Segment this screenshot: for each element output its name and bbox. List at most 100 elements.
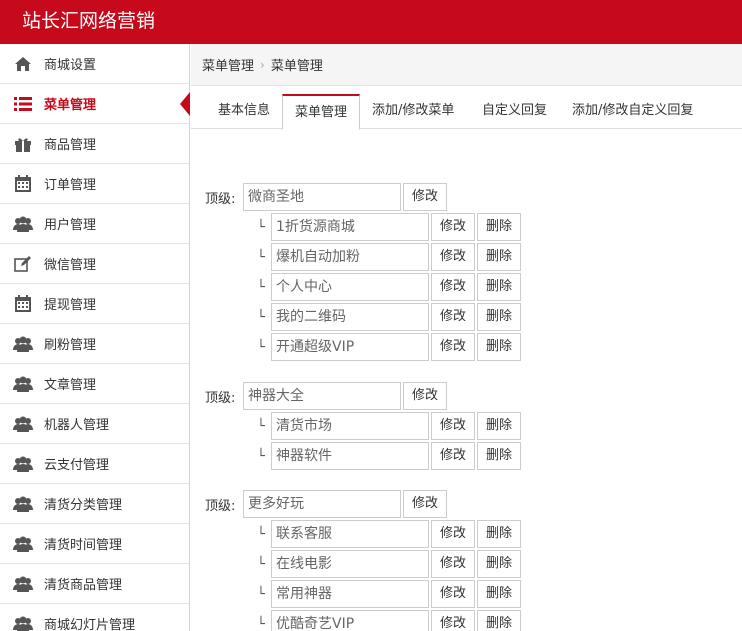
breadcrumb-item[interactable]: 菜单管理	[202, 55, 254, 74]
edit-button[interactable]: 修改	[403, 183, 447, 211]
sidebar-item-7[interactable]: 提现管理	[0, 284, 189, 324]
sidebar-item-4[interactable]: 订单管理	[0, 164, 189, 204]
tree-branch-icon: └	[257, 219, 265, 235]
tab-add-edit-custom-reply[interactable]: 添加/修改自定义回复	[572, 94, 693, 129]
sub-menu-row: └ 我的二维码 修改 删除	[257, 303, 521, 331]
edit-button[interactable]: 修改	[431, 303, 475, 331]
top-menu-name-input[interactable]: 更多好玩	[243, 490, 401, 518]
app-title: 站长汇网络营销	[22, 10, 156, 32]
sidebar-item-label: 机器人管理	[44, 418, 110, 433]
sidebar-item-8[interactable]: 刷粉管理	[0, 324, 189, 364]
tree-branch-icon: └	[257, 279, 265, 295]
sub-menu-name-input[interactable]: 我的二维码	[271, 303, 429, 331]
edit-button[interactable]: 修改	[403, 490, 447, 518]
tree-branch-icon: └	[257, 526, 265, 542]
sidebar-item-11[interactable]: 云支付管理	[0, 444, 189, 484]
edit-button[interactable]: 修改	[431, 213, 475, 241]
sidebar-item-9[interactable]: 文章管理	[0, 364, 189, 404]
sidebar-item-label: 订单管理	[44, 178, 97, 193]
sidebar-item-2[interactable]: 菜单管理	[0, 84, 190, 124]
delete-button[interactable]: 删除	[477, 610, 521, 631]
edit-button[interactable]: 修改	[431, 520, 475, 548]
breadcrumb-separator: ›	[260, 57, 265, 72]
edit-button[interactable]: 修改	[403, 382, 447, 410]
sidebar-item-15[interactable]: 商城幻灯片管理	[0, 604, 189, 631]
sub-menu-name-input[interactable]: 在线电影	[271, 550, 429, 578]
sidebar-item-14[interactable]: 清货商品管理	[0, 564, 189, 604]
sub-menu-name-input[interactable]: 爆机自动加粉	[271, 243, 429, 271]
tab-add-edit-menu[interactable]: 添加/修改菜单	[372, 94, 454, 129]
sidebar-item-label: 云支付管理	[44, 458, 110, 473]
users-icon	[12, 495, 34, 513]
sidebar-item-label: 商城幻灯片管理	[44, 618, 136, 631]
main-content: 菜单管理 › 菜单管理 基本信息 菜单管理 添加/修改菜单 自定义回复 添加/修…	[191, 44, 742, 631]
sub-menu-name-input[interactable]: 联系客服	[271, 520, 429, 548]
delete-button[interactable]: 删除	[477, 580, 521, 608]
tab-menu-management[interactable]: 菜单管理	[282, 94, 361, 130]
delete-button[interactable]: 删除	[477, 213, 521, 241]
delete-button[interactable]: 删除	[477, 412, 521, 440]
sub-menu-name-input[interactable]: 常用神器	[271, 580, 429, 608]
top-menu-name-input[interactable]: 微商圣地	[243, 183, 401, 211]
edit-button[interactable]: 修改	[431, 442, 475, 470]
sub-menu-name-input[interactable]: 优酷奇艺VIP	[271, 610, 429, 631]
delete-button[interactable]: 删除	[477, 243, 521, 271]
delete-button[interactable]: 删除	[477, 303, 521, 331]
users-icon	[12, 575, 34, 593]
edit-button[interactable]: 修改	[431, 412, 475, 440]
tree-branch-icon: └	[257, 556, 265, 572]
menu-group-row: 顶级: 更多好玩 修改	[205, 490, 447, 518]
sidebar-item-12[interactable]: 清货分类管理	[0, 484, 189, 524]
top-menu-name-input[interactable]: 神器大全	[243, 382, 401, 410]
menu-group-row: 顶级: 神器大全 修改	[205, 382, 447, 410]
tree-branch-icon: └	[257, 309, 265, 325]
users-icon	[12, 535, 34, 553]
users-icon	[12, 335, 34, 353]
sidebar-item-label: 商城设置	[44, 58, 97, 73]
delete-button[interactable]: 删除	[477, 273, 521, 301]
sub-menu-row: └ 开通超级VIP 修改 删除	[257, 333, 521, 361]
edit-button[interactable]: 修改	[431, 333, 475, 361]
sidebar-item-label: 文章管理	[44, 378, 97, 393]
users-icon	[12, 455, 34, 473]
edit-button[interactable]: 修改	[431, 243, 475, 271]
sidebar-item-1[interactable]: 商城设置	[0, 44, 189, 84]
edit-button[interactable]: 修改	[431, 273, 475, 301]
sidebar-item-3[interactable]: 商品管理	[0, 124, 189, 164]
sidebar-item-5[interactable]: 用户管理	[0, 204, 189, 244]
delete-button[interactable]: 删除	[477, 550, 521, 578]
sub-menu-row: └ 1折货源商城 修改 删除	[257, 213, 521, 241]
sub-menu-name-input[interactable]: 开通超级VIP	[271, 333, 429, 361]
tree-branch-icon: └	[257, 586, 265, 602]
sub-menu-name-input[interactable]: 清货市场	[271, 412, 429, 440]
sub-menu-name-input[interactable]: 神器软件	[271, 442, 429, 470]
edit-icon	[12, 255, 34, 273]
delete-button[interactable]: 删除	[477, 333, 521, 361]
sub-menu-row: └ 优酷奇艺VIP 修改 删除	[257, 610, 521, 631]
sidebar-item-label: 清货商品管理	[44, 578, 123, 593]
delete-button[interactable]: 删除	[477, 442, 521, 470]
edit-button[interactable]: 修改	[431, 550, 475, 578]
tab-bar: 基本信息 菜单管理 添加/修改菜单 自定义回复 添加/修改自定义回复	[191, 94, 742, 130]
tree-branch-icon: └	[257, 249, 265, 265]
sub-menu-name-input[interactable]: 个人中心	[271, 273, 429, 301]
sidebar-item-10[interactable]: 机器人管理	[0, 404, 189, 444]
sub-menu-row: └ 清货市场 修改 删除	[257, 412, 521, 440]
sub-menu-name-input[interactable]: 1折货源商城	[271, 213, 429, 241]
breadcrumb: 菜单管理 › 菜单管理	[191, 44, 742, 86]
sidebar-item-6[interactable]: 微信管理	[0, 244, 189, 284]
top-level-label: 顶级:	[205, 390, 236, 406]
sidebar: 商城设置菜单管理 商品管理订单管理用户管理 微信管理 提现管理刷粉管理文章管理机器人管…	[0, 44, 190, 631]
breadcrumb-current: 菜单管理	[270, 59, 323, 74]
edit-button[interactable]: 修改	[431, 580, 475, 608]
tab-custom-reply[interactable]: 自定义回复	[482, 94, 547, 129]
edit-button[interactable]: 修改	[431, 610, 475, 631]
delete-button[interactable]: 删除	[477, 520, 521, 548]
tree-branch-icon: └	[257, 418, 265, 434]
sidebar-item-13[interactable]: 清货时间管理	[0, 524, 189, 564]
sidebar-item-label: 刷粉管理	[44, 338, 97, 353]
sub-menu-row: └ 爆机自动加粉 修改 删除	[257, 243, 521, 271]
top-level-label: 顶级:	[205, 498, 236, 514]
tab-basic-info[interactable]: 基本信息	[218, 94, 270, 129]
home-icon	[12, 55, 34, 73]
